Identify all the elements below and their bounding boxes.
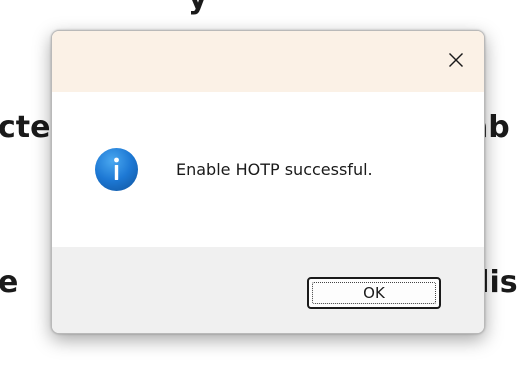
background-text-left-2: e — [0, 265, 19, 300]
message-dialog: Enable HOTP successful. OK — [51, 30, 485, 334]
close-button[interactable] — [440, 44, 472, 76]
dialog-content: Enable HOTP successful. — [52, 92, 484, 247]
ok-button-label: OK — [312, 282, 436, 304]
dialog-message: Enable HOTP successful. — [176, 160, 373, 179]
dialog-titlebar — [52, 31, 484, 92]
info-icon — [95, 148, 138, 191]
close-icon — [449, 53, 463, 67]
ok-button[interactable]: OK — [307, 277, 441, 309]
background-text-top: y — [188, 0, 208, 14]
dialog-footer: OK — [52, 247, 484, 333]
background-text-left-1: cte — [0, 110, 51, 145]
